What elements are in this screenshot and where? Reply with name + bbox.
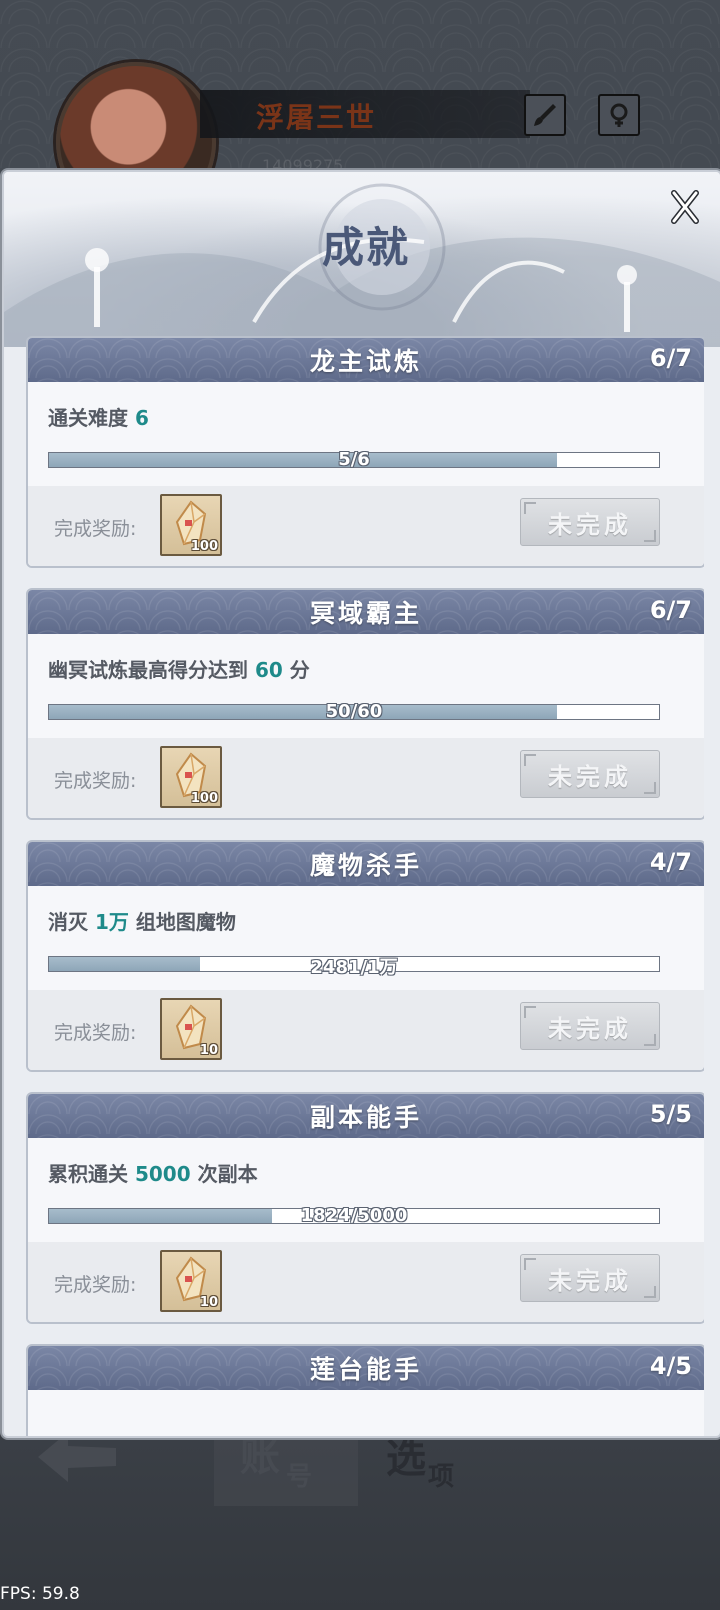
desc-text: 累积通关 bbox=[48, 1162, 135, 1186]
desc-text-after: 组地图魔物 bbox=[128, 910, 236, 934]
fps-counter: FPS: 59.8 bbox=[0, 1584, 80, 1604]
reward-label: 完成奖励: bbox=[54, 1274, 137, 1296]
incomplete-button[interactable]: 未完成 bbox=[520, 498, 660, 546]
reward-count: 100 bbox=[190, 791, 218, 806]
incomplete-button[interactable]: 未完成 bbox=[520, 1002, 660, 1050]
card-header: 魔物杀手 4/7 bbox=[28, 842, 704, 886]
close-button[interactable] bbox=[668, 188, 702, 226]
achievement-tier-count: 5/5 bbox=[649, 1100, 692, 1128]
reward-count: 100 bbox=[190, 539, 218, 554]
modal-title: 成就 bbox=[322, 223, 411, 272]
achievement-title: 魔物杀手 bbox=[309, 851, 422, 880]
brush-icon bbox=[534, 104, 556, 126]
achievement-modal: 成就 龙主试炼 6/7 通关难度 6 5/6 完成奖励: 100 未完成 冥域霸… bbox=[2, 170, 720, 1438]
achievement-title: 莲台能手 bbox=[309, 1355, 422, 1384]
desc-highlight: 5000 bbox=[134, 1162, 191, 1186]
achievement-description: 消灭 1万 组地图魔物 bbox=[48, 906, 236, 935]
progress-bar: 5/6 bbox=[48, 449, 660, 470]
status-label: 未完成 bbox=[548, 762, 632, 791]
tab-options-char2[interactable]: 项 bbox=[428, 1456, 454, 1493]
desc-highlight: 1万 bbox=[94, 910, 129, 934]
status-label: 未完成 bbox=[548, 510, 632, 539]
card-header: 冥域霸主 6/7 bbox=[28, 590, 704, 634]
desc-text-after: 次副本 bbox=[190, 1162, 258, 1186]
achievement-card: 副本能手 5/5 累积通关 5000 次副本 1824/5000 完成奖励: 1… bbox=[26, 1092, 704, 1324]
tab-account-char2: 号 bbox=[286, 1462, 313, 1492]
reward-label: 完成奖励: bbox=[54, 518, 137, 540]
achievement-title: 副本能手 bbox=[309, 1103, 422, 1132]
incomplete-button[interactable]: 未完成 bbox=[520, 1254, 660, 1302]
achievement-list[interactable]: 龙主试炼 6/7 通关难度 6 5/6 完成奖励: 100 未完成 冥域霸主 6… bbox=[26, 336, 704, 1436]
gender-icon bbox=[610, 103, 628, 127]
reward-label: 完成奖励: bbox=[54, 770, 137, 792]
progress-text: 2481/1万 bbox=[310, 957, 398, 978]
achievement-description: 通关难度 6 bbox=[48, 402, 149, 431]
reward-label: 完成奖励: bbox=[54, 1022, 137, 1044]
gender-button[interactable] bbox=[598, 94, 640, 136]
card-header: 莲台能手 4/5 bbox=[28, 1346, 704, 1390]
achievement-title: 冥域霸主 bbox=[309, 599, 422, 628]
reward-item[interactable]: 100 bbox=[160, 494, 222, 556]
card-footer: 完成奖励: 100 未完成 bbox=[28, 738, 704, 818]
progress-text: 50/60 bbox=[325, 701, 383, 722]
achievement-card: 龙主试炼 6/7 通关难度 6 5/6 完成奖励: 100 未完成 bbox=[26, 336, 704, 568]
desc-highlight: 60 bbox=[254, 658, 283, 682]
card-footer: 完成奖励: 100 未完成 bbox=[28, 486, 704, 566]
desc-text: 消灭 bbox=[48, 910, 95, 934]
reward-count: 10 bbox=[199, 1295, 218, 1310]
achievement-card: 莲台能手 4/5 bbox=[26, 1344, 704, 1436]
card-header: 龙主试炼 6/7 bbox=[28, 338, 704, 382]
achievement-tier-count: 4/7 bbox=[649, 848, 692, 876]
achievement-tier-count: 4/5 bbox=[649, 1352, 692, 1380]
status-label: 未完成 bbox=[548, 1014, 632, 1043]
close-icon bbox=[671, 190, 699, 224]
progress-text: 1824/5000 bbox=[300, 1205, 408, 1226]
incomplete-button[interactable]: 未完成 bbox=[520, 750, 660, 798]
achievement-title: 龙主试炼 bbox=[309, 347, 422, 376]
progress-bar: 1824/5000 bbox=[48, 1205, 660, 1226]
desc-highlight: 6 bbox=[134, 406, 149, 430]
modal-header: 成就 bbox=[4, 172, 720, 347]
player-name: 浮屠三世 bbox=[256, 101, 377, 134]
achievement-tier-count: 6/7 bbox=[649, 596, 692, 624]
achievement-card: 冥域霸主 6/7 幽冥试炼最高得分达到 60 分 50/60 完成奖励: 100 bbox=[26, 588, 704, 820]
achievement-card: 魔物杀手 4/7 消灭 1万 组地图魔物 2481/1万 完成奖励: 10 未完… bbox=[26, 840, 704, 1072]
card-footer: 完成奖励: 10 未完成 bbox=[28, 990, 704, 1070]
progress-bar: 50/60 bbox=[48, 701, 660, 722]
achievement-tier-count: 6/7 bbox=[649, 344, 692, 372]
progress-text: 5/6 bbox=[338, 449, 370, 470]
reward-item[interactable]: 10 bbox=[160, 1250, 222, 1312]
progress-bar: 2481/1万 bbox=[48, 956, 660, 978]
status-label: 未完成 bbox=[548, 1266, 632, 1295]
achievement-description: 累积通关 5000 次副本 bbox=[48, 1158, 258, 1187]
desc-text: 幽冥试炼最高得分达到 bbox=[48, 658, 255, 682]
achievement-description: 幽冥试炼最高得分达到 60 分 bbox=[48, 654, 310, 683]
reward-item[interactable]: 10 bbox=[160, 998, 222, 1060]
edit-brush-button[interactable] bbox=[524, 94, 566, 136]
reward-item[interactable]: 100 bbox=[160, 746, 222, 808]
card-header: 副本能手 5/5 bbox=[28, 1094, 704, 1138]
desc-text-after: 分 bbox=[282, 658, 310, 682]
card-footer: 完成奖励: 10 未完成 bbox=[28, 1242, 704, 1322]
desc-text: 通关难度 bbox=[48, 406, 135, 430]
reward-count: 10 bbox=[199, 1043, 218, 1058]
